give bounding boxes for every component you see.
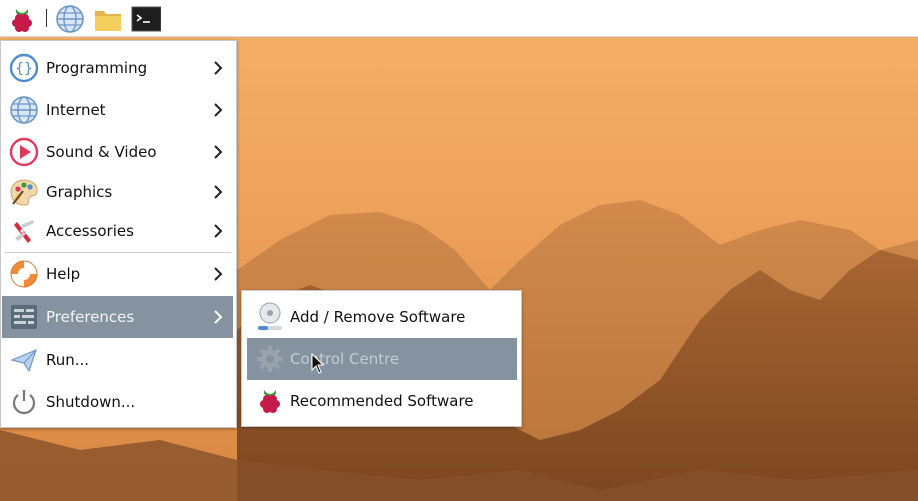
accessories-knife-icon: [14, 220, 34, 243]
menu-item-label: Accessories: [46, 222, 134, 240]
web-browser-icon[interactable]: [55, 4, 85, 34]
menu-item-shutdown[interactable]: Shutdown...: [2, 381, 233, 423]
submenu-item-label: Recommended Software: [290, 392, 474, 410]
submenu-item-label: Add / Remove Software: [290, 308, 466, 326]
file-manager-icon[interactable]: [93, 4, 123, 34]
gear-icon: [257, 346, 283, 372]
taskbar: [0, 0, 918, 37]
mouse-pointer-icon: [311, 353, 325, 374]
raspberry-pi-icon: [260, 390, 280, 413]
chevron-right-icon: [214, 103, 223, 117]
preferences-icon: [11, 305, 37, 329]
menu-item-label: Shutdown...: [46, 393, 136, 411]
add-remove-software-icon: [258, 302, 282, 330]
menu-item-label: Internet: [46, 101, 106, 119]
help-lifebuoy-icon: [10, 260, 38, 288]
graphics-palette-icon: [10, 179, 38, 206]
menu-item-label: Programming: [46, 59, 148, 77]
internet-globe-icon: [10, 96, 38, 124]
chevron-right-icon: [214, 267, 223, 281]
menu-item-label: Sound & Video: [46, 143, 157, 161]
menu-item-programming[interactable]: {} Programming: [2, 47, 233, 89]
menu-item-label: Preferences: [46, 308, 135, 326]
menu-item-accessories[interactable]: Accessories: [2, 210, 233, 252]
chevron-right-icon: [214, 145, 223, 159]
menu-item-sound-video[interactable]: Sound & Video: [2, 131, 233, 173]
menu-item-internet[interactable]: Internet: [2, 89, 233, 131]
menu-item-label: Help: [46, 265, 81, 283]
preferences-submenu: Add / Remove Software Control Centre Rec…: [241, 290, 522, 427]
chevron-right-icon: [214, 61, 223, 75]
chevron-right-icon: [214, 224, 223, 238]
menu-item-help[interactable]: Help: [2, 253, 233, 295]
power-icon: [12, 390, 36, 415]
run-paper-plane-icon: [10, 348, 37, 373]
submenu-item-recommended-software[interactable]: Recommended Software: [247, 380, 517, 422]
raspberry-pi-menu-icon[interactable]: [7, 4, 37, 34]
submenu-item-label: Control Centre: [290, 350, 400, 368]
chevron-right-icon: [214, 310, 223, 324]
menu-item-run[interactable]: Run...: [2, 339, 233, 381]
menu-item-label: Run...: [46, 351, 90, 369]
submenu-item-control-centre[interactable]: Control Centre: [247, 338, 517, 380]
taskbar-separator: [46, 9, 47, 27]
sound-video-icon: [9, 137, 39, 167]
programming-icon: {}: [9, 53, 39, 83]
terminal-icon[interactable]: [131, 4, 161, 34]
menu-item-graphics[interactable]: Graphics: [2, 171, 233, 213]
svg-text:{}: {}: [15, 61, 33, 77]
chevron-right-icon: [214, 185, 223, 199]
application-menu: {} Programming Internet Sound & Video Gr…: [0, 40, 237, 428]
submenu-item-add-remove-software[interactable]: Add / Remove Software: [247, 296, 517, 338]
menu-item-label: Graphics: [46, 183, 113, 201]
menu-item-preferences[interactable]: Preferences: [2, 296, 233, 338]
